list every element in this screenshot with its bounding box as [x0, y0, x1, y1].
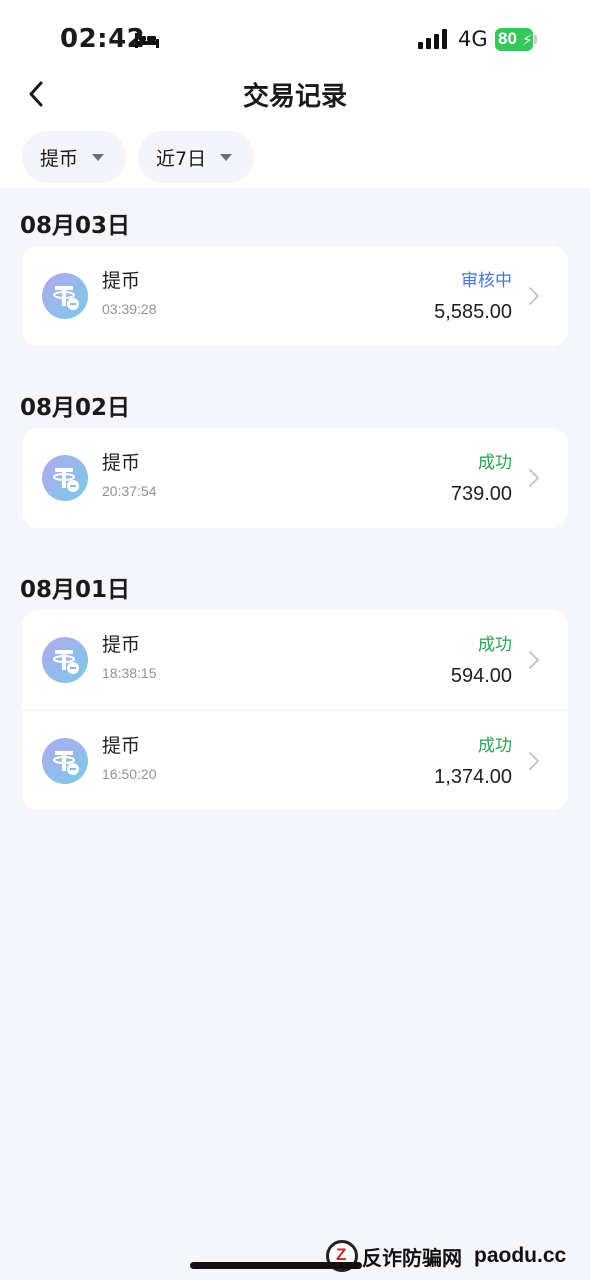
transaction-row[interactable]: 提币 16:50:20 成功 1,374.00 — [22, 710, 568, 810]
cellular-signal-icon — [418, 29, 447, 49]
transaction-amount: 594.00 — [450, 665, 512, 687]
transaction-card: 提币 20:37:54 成功 739.00 — [22, 428, 568, 528]
page-title: 交易记录 — [242, 82, 347, 112]
transaction-list: 08月03日 提币 03:39:28 审核中 5,585.00 08月02日 提… — [0, 188, 590, 810]
transaction-type: 提币 — [102, 270, 141, 292]
usdt-coin-icon — [42, 273, 88, 319]
charging-bolt-icon: ⚡ — [522, 31, 533, 49]
chevron-right-icon — [529, 287, 539, 305]
transaction-row[interactable]: 提币 03:39:28 审核中 5,585.00 — [22, 246, 568, 346]
transaction-row[interactable]: 提币 18:38:15 成功 594.00 — [22, 610, 568, 710]
transaction-type: 提币 — [102, 452, 141, 474]
sleep-bed-icon — [135, 33, 159, 48]
transaction-status: 成功 — [478, 635, 512, 655]
chevron-right-icon — [529, 469, 539, 487]
caret-down-icon — [92, 153, 105, 161]
battery-level: 80 — [498, 29, 517, 48]
date-header: 08月02日 — [20, 395, 131, 421]
date-header: 08月03日 — [20, 213, 131, 239]
filter-period-label: 近7日 — [156, 147, 207, 170]
transaction-time: 18:38:15 — [102, 665, 157, 681]
chevron-right-icon — [529, 752, 539, 770]
usdt-coin-icon — [42, 637, 88, 683]
filter-period-dropdown[interactable]: 近7日 — [138, 131, 255, 183]
transaction-amount: 739.00 — [450, 483, 512, 505]
battery-body: 80 ⚡ — [495, 28, 533, 51]
watermark-text: 反诈防骗网 — [362, 1245, 462, 1270]
header-area: 02:42 4G 80 ⚡ 交易记录 提币 近7日 — [0, 0, 590, 188]
transaction-row[interactable]: 提币 20:37:54 成功 739.00 — [22, 428, 568, 528]
transaction-amount: 5,585.00 — [434, 301, 512, 323]
chevron-right-icon — [529, 651, 539, 669]
transaction-status: 成功 — [478, 736, 512, 756]
transaction-time: 16:50:20 — [102, 766, 157, 782]
status-time: 02:42 — [60, 24, 146, 54]
nav-bar: 交易记录 — [0, 66, 590, 122]
usdt-coin-icon — [42, 738, 88, 784]
usdt-coin-icon — [42, 455, 88, 501]
transaction-card: 提币 03:39:28 审核中 5,585.00 — [22, 246, 568, 346]
transaction-amount: 1,374.00 — [434, 766, 512, 788]
filter-type-label: 提币 — [40, 147, 79, 170]
watermark: Z 反诈防骗网 paodu.cc — [326, 1240, 566, 1272]
battery-icon: 80 ⚡ — [495, 28, 537, 51]
transaction-status: 审核中 — [461, 271, 512, 291]
transaction-time: 03:39:28 — [102, 301, 157, 317]
transaction-status: 成功 — [478, 453, 512, 473]
date-header: 08月01日 — [20, 577, 131, 603]
battery-tip — [534, 35, 537, 44]
home-indicator[interactable] — [190, 1262, 362, 1269]
watermark-domain: paodu.cc — [474, 1244, 567, 1267]
network-type: 4G — [458, 27, 488, 51]
transaction-card: 提币 18:38:15 成功 594.00 提币 16:50:20 成功 1,3… — [22, 610, 568, 810]
caret-down-icon — [220, 153, 233, 161]
filter-bar: 提币 近7日 — [22, 131, 255, 183]
filter-type-dropdown[interactable]: 提币 — [22, 131, 127, 183]
transaction-type: 提币 — [102, 634, 141, 656]
transaction-type: 提币 — [102, 735, 141, 757]
transaction-time: 20:37:54 — [102, 483, 157, 499]
